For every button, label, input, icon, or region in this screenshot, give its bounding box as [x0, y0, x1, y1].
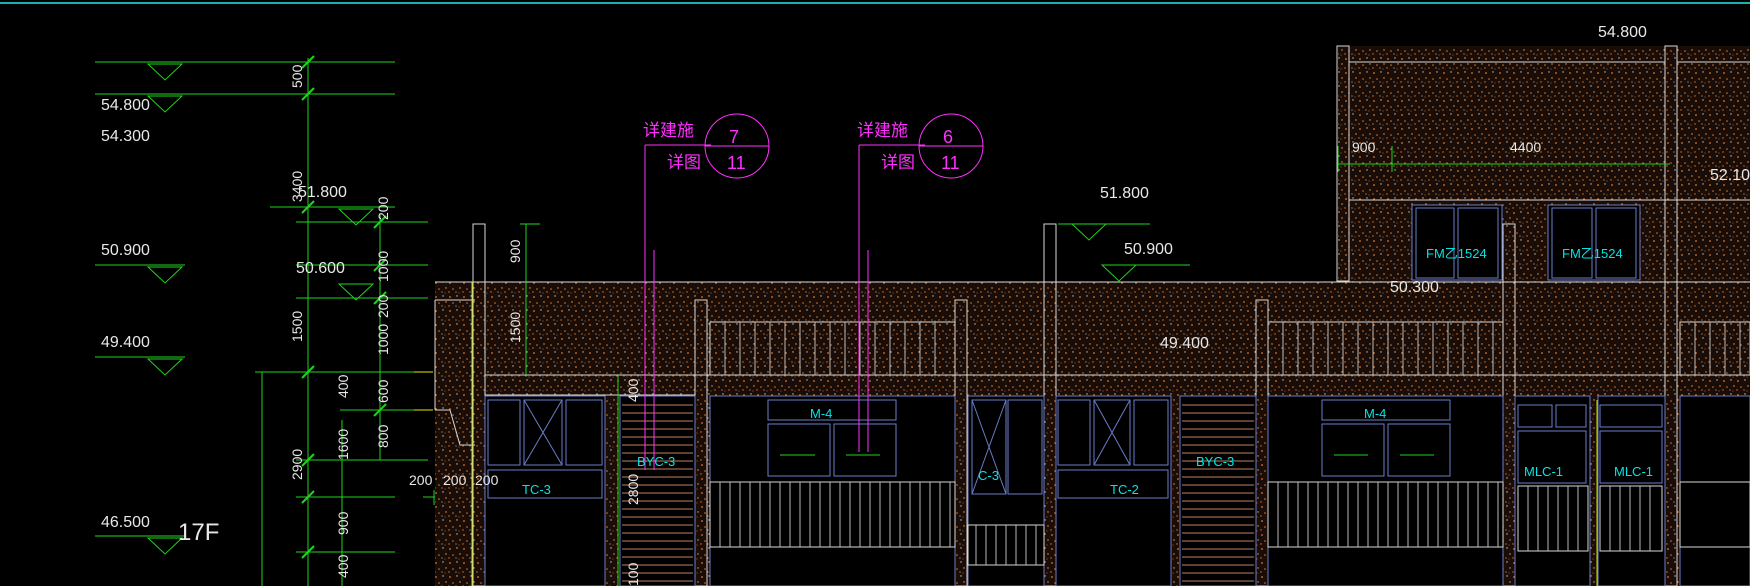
tag-tc3: TC-3 — [522, 482, 551, 497]
ticks — [301, 55, 387, 559]
cad-drawing-canvas[interactable]: 54.800 54.300 50.900 49.400 46.500 17F 5… — [0, 0, 1750, 586]
dim-900b: 900 — [507, 239, 523, 263]
level-label-51800-mid: 51.800 — [1100, 185, 1149, 202]
dim-600: 600 — [375, 379, 391, 403]
callout-7-number: 7 — [729, 127, 739, 147]
dim-2800: 2800 — [625, 474, 641, 505]
dim-200b: 200 — [375, 294, 391, 318]
tag-byc3-b: BYC-3 — [1196, 454, 1234, 469]
level-label-50300: 50.300 — [1390, 279, 1439, 296]
dim-1600: 1600 — [335, 429, 351, 460]
elevation-drawing: 54.800 54.300 50.900 49.400 46.500 17F 5… — [0, 2, 1750, 586]
level-label-50900: 50.900 — [101, 242, 150, 259]
tag-fm1524-a: FM乙1524 — [1426, 246, 1487, 261]
yellow-accents — [414, 371, 433, 411]
level-label-54800: 54.800 — [101, 97, 150, 114]
level-label-50600: 50.600 — [296, 260, 345, 277]
level-label-51800-left: 51.800 — [298, 184, 347, 201]
dim-200-h1: 200 — [409, 472, 433, 488]
callout-7-sub: 详图 — [667, 153, 701, 173]
tag-mlc1-a: MLC-1 — [1524, 464, 1563, 479]
tag-tc2: TC-2 — [1110, 482, 1139, 497]
dim-100: 100 — [625, 562, 641, 586]
level-label-54300: 54.300 — [101, 128, 150, 145]
dim-800: 800 — [375, 424, 391, 448]
dim-500: 500 — [289, 64, 305, 88]
dim-3400: 3400 — [289, 171, 305, 202]
dim-4400: 4400 — [1510, 139, 1541, 155]
level-label-54800-top: 54.800 — [1598, 24, 1647, 41]
dim-200-h3: 200 — [475, 472, 499, 488]
left-dimension-lines — [95, 58, 470, 586]
dim-400a: 400 — [335, 374, 351, 398]
callout-6-title: 详建施 — [857, 121, 908, 141]
level-label-49400-mid: 49.400 — [1160, 335, 1209, 352]
callout-7-title: 详建施 — [643, 121, 694, 141]
tag-m4-a: M-4 — [810, 406, 832, 421]
callout-6-sub: 详图 — [881, 153, 915, 173]
floor-label: 17F — [178, 519, 219, 546]
level-label-50900-mid: 50.900 — [1124, 241, 1173, 258]
dim-900-top: 900 — [1352, 139, 1376, 155]
dim-200a: 200 — [375, 196, 391, 220]
dim-400b: 400 — [335, 554, 351, 578]
dim-900a: 900 — [335, 511, 351, 535]
level-label-46500: 46.500 — [101, 514, 150, 531]
dim-2900: 2900 — [289, 449, 305, 480]
tag-c3: C-3 — [978, 468, 999, 483]
dim-1000a: 1000 — [375, 251, 391, 282]
tag-mlc1-b: MLC-1 — [1614, 464, 1653, 479]
level-label-49400: 49.400 — [101, 334, 150, 351]
callout-6-sheet: 11 — [941, 153, 960, 173]
level-label-52100: 52.100 — [1710, 167, 1750, 184]
dim-400c: 400 — [625, 378, 641, 402]
callout-7-sheet: 11 — [727, 153, 746, 173]
openings — [484, 204, 1750, 586]
tag-fm1524-b: FM乙1524 — [1562, 246, 1623, 261]
dim-1000b: 1000 — [375, 324, 391, 355]
dim-1500: 1500 — [289, 311, 305, 342]
tag-m4-b: M-4 — [1364, 406, 1386, 421]
dim-1500b: 1500 — [507, 312, 523, 343]
tag-byc3-a: BYC-3 — [637, 454, 675, 469]
dim-200-h2: 200 — [443, 472, 467, 488]
callout-6-number: 6 — [943, 127, 953, 147]
